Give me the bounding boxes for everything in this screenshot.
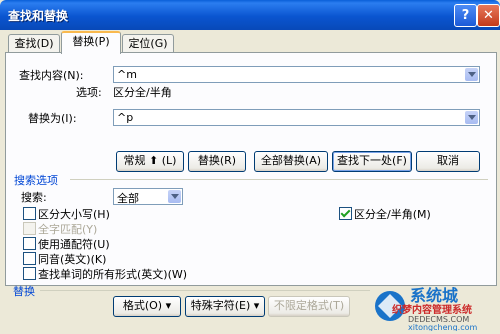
sounds-like-label: 同音(英文)(K) — [38, 253, 107, 266]
divider — [40, 290, 370, 291]
help-button[interactable]: ? — [454, 4, 477, 27]
match-width-label: 区分全/半角(M) — [354, 208, 431, 221]
tab-panel: 查找内容(N): ^m 选项: 区分全/半角 替换为(I): ^p 常规 ⬆ (… — [5, 52, 497, 286]
replace-with-combo[interactable]: ^p — [113, 109, 480, 126]
replace-all-button[interactable]: 全部替换(A) — [254, 151, 328, 172]
watermark-logo: 系统城 织梦内容管理系统 DEDECMS.COM xitongcheng.com — [372, 282, 500, 332]
window-title: 查找和替换 — [8, 9, 69, 23]
search-label: 搜索: — [21, 191, 47, 204]
special-button[interactable]: 特殊字符(E) ▾ — [185, 296, 265, 317]
title-bar[interactable]: 查找和替换 ? ✕ — [0, 0, 500, 30]
replace-group-title: 替换 — [13, 285, 35, 298]
sounds-like-checkbox[interactable] — [23, 252, 36, 265]
find-replace-dialog: 查找和替换 ? ✕ 查找(D) 替换(P) 定位(G) 查找内容(N): ^m … — [0, 0, 500, 332]
watermark-brand: 系统城 — [410, 286, 458, 305]
less-button[interactable]: 常规 ⬆ (L) — [116, 151, 184, 172]
match-case-checkbox[interactable] — [23, 207, 36, 220]
tab-goto[interactable]: 定位(G) — [122, 34, 174, 53]
find-what-combo[interactable]: ^m — [113, 66, 480, 83]
search-options-title: 搜索选项 — [14, 174, 58, 187]
all-forms-label: 查找单词的所有形式(英文)(W) — [38, 268, 188, 281]
tab-replace[interactable]: 替换(P) — [61, 31, 121, 54]
whole-word-label: 全字匹配(Y) — [38, 223, 98, 236]
match-case-label: 区分大小写(H) — [38, 208, 110, 221]
watermark-site2: xitongcheng.com — [408, 323, 478, 331]
tab-find[interactable]: 查找(D) — [8, 34, 60, 53]
wildcards-label: 使用通配符(U) — [38, 238, 110, 251]
match-width-checkbox[interactable] — [339, 207, 352, 220]
replace-button[interactable]: 替换(R) — [188, 151, 246, 172]
chevron-down-icon[interactable] — [168, 190, 181, 203]
divider — [70, 179, 488, 180]
close-button[interactable]: ✕ — [477, 4, 500, 27]
search-direction-select[interactable]: 全部 — [113, 188, 183, 205]
chevron-down-icon[interactable] — [465, 111, 478, 124]
format-button[interactable]: 格式(O) ▾ — [113, 296, 181, 317]
no-formatting-button[interactable]: 不限定格式(T) — [268, 296, 350, 317]
search-direction-value: 全部 — [117, 192, 139, 205]
replace-with-value: ^p — [117, 111, 134, 124]
options-value: 区分全/半角 — [113, 86, 172, 99]
cancel-button[interactable]: 取消 — [416, 151, 480, 172]
options-label: 选项: — [76, 86, 102, 99]
find-what-value: ^m — [117, 68, 137, 81]
chevron-down-icon[interactable] — [465, 68, 478, 81]
all-forms-checkbox[interactable] — [23, 267, 36, 280]
find-what-label: 查找内容(N): — [19, 69, 84, 82]
replace-with-label: 替换为(I): — [28, 112, 77, 125]
wildcards-checkbox[interactable] — [23, 237, 36, 250]
whole-word-checkbox[interactable] — [23, 222, 36, 235]
find-next-button[interactable]: 查找下一处(F) — [332, 151, 412, 172]
